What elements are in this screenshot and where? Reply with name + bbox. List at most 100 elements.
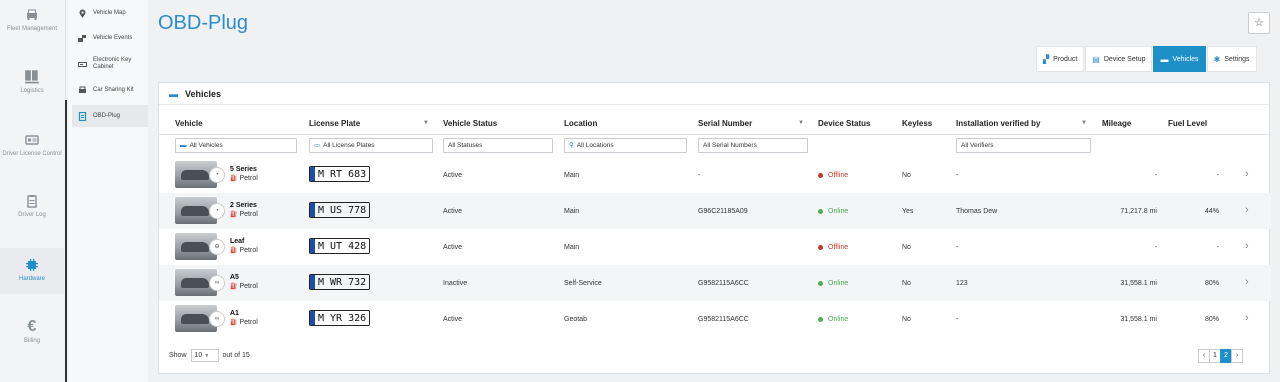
verified-by-cell: - xyxy=(956,171,959,179)
vehicle-filter[interactable]: ▬ All Vehicles xyxy=(175,138,297,153)
tab-device-setup[interactable]: ▤ Device Setup xyxy=(1085,46,1153,72)
sub-item-vehicle-map[interactable]: Vehicle Map xyxy=(72,8,148,18)
sort-icon[interactable]: ▼ xyxy=(1081,120,1087,126)
tab-product[interactable]: ▞ Product xyxy=(1036,46,1085,72)
eu-band xyxy=(310,311,315,325)
id-card-icon xyxy=(25,135,39,145)
serial-number-filter[interactable]: All Serial Numbers xyxy=(698,138,808,153)
table-row[interactable]: ⊖ Leaf ⛽ Petrol M UT 428 Active Main Offline No -… xyxy=(159,229,1271,265)
location-cell: Main xyxy=(564,171,580,179)
vehicle-status-cell: Active xyxy=(443,207,463,215)
column-header-device-status[interactable]: Device Status xyxy=(818,119,870,128)
column-header-serial-number[interactable]: Serial Number xyxy=(698,119,752,128)
chevron-right-icon[interactable]: › xyxy=(1245,276,1249,288)
column-header-mileage[interactable]: Mileage xyxy=(1102,119,1131,128)
tab-bar: ▞ Product ▤ Device Setup ▬ Vehicles ✱ Settin… xyxy=(1035,46,1257,72)
table-row[interactable]: ∞ A5 ⛽ Petrol M WR 732 Inactive Self-Service G9… xyxy=(159,265,1271,301)
device-status-text: Offline xyxy=(828,243,849,251)
column-header-vehicle-status[interactable]: Vehicle Status xyxy=(443,119,497,128)
chevron-right-icon[interactable]: › xyxy=(1245,204,1249,216)
filter-value: All Statuses xyxy=(448,142,483,149)
vehicle-model: 2 Series xyxy=(230,202,257,209)
license-plate-filter[interactable]: ▭ All License Plates xyxy=(309,138,433,153)
status-dot xyxy=(818,244,823,250)
column-header-keyless[interactable]: Keyless xyxy=(902,119,932,128)
rail-item-driver-license-control[interactable]: Driver License Control xyxy=(0,133,64,173)
rail-label: Driver License Control xyxy=(2,151,62,157)
rail-label: Logistics xyxy=(20,88,44,94)
favorite-button[interactable]: ☆ xyxy=(1248,12,1270,34)
sub-item-electronic-key-cabinet[interactable]: Electronic Key Cabinet xyxy=(72,55,148,73)
fuel-icon: ⛽ xyxy=(230,212,238,218)
table-row[interactable]: ∞ A1 ⛽ Petrol M YR 326 Active Geotab G9582115A6… xyxy=(159,301,1271,337)
column-header-vehicle[interactable]: Vehicle xyxy=(175,119,203,128)
sub-item-vehicle-events[interactable]: Vehicle Events xyxy=(72,33,148,43)
column-header-fuel-level[interactable]: Fuel Level xyxy=(1168,119,1207,128)
euro-icon: € xyxy=(27,318,37,335)
plate-text: M RT 683 xyxy=(318,168,367,180)
tab-label: Product xyxy=(1053,55,1078,63)
sort-icon[interactable]: ▼ xyxy=(798,120,804,126)
sub-item-label: Car Sharing Kit xyxy=(93,86,134,93)
app-rail: Fleet Management Logistics Driver Licens… xyxy=(0,0,66,382)
column-header-license-plate[interactable]: License Plate xyxy=(309,119,360,128)
status-dot xyxy=(818,316,823,322)
table-header: Vehicle License Plate ▼ Vehicle Status L… xyxy=(159,117,1271,135)
rail-item-billing[interactable]: € Billing xyxy=(0,318,64,354)
fuel-icon: ⛽ xyxy=(230,320,238,326)
sub-item-label: Electronic Key Cabinet xyxy=(93,57,132,70)
location-cell: Geotab xyxy=(564,315,587,323)
table-row[interactable]: ◔ 5 Series ⛽ Petrol M RT 683 Active Main - Offli… xyxy=(159,157,1271,193)
table-row[interactable]: ◔ 2 Series ⛽ Petrol M US 778 Active Main G96C21… xyxy=(159,193,1271,229)
column-header-installation-verified-by[interactable]: Installation verified by xyxy=(956,119,1040,128)
chevron-right-icon[interactable]: › xyxy=(1245,312,1249,324)
sub-item-obd-plug[interactable]: OBD-Plug xyxy=(72,105,148,127)
keyless-cell: No xyxy=(902,171,911,179)
tab-label: Vehicles xyxy=(1172,55,1199,63)
device-status-cell: Online xyxy=(818,301,848,337)
license-plate: M WR 732 xyxy=(309,274,371,290)
brand-logo-icon: ◔ xyxy=(209,167,225,183)
serial-number-cell: G96C21185A09 xyxy=(698,207,748,215)
tab-label: Device Setup xyxy=(1103,55,1146,63)
sub-item-label: Vehicle Events xyxy=(93,34,133,41)
vehicle-status-filter[interactable]: All Statuses xyxy=(443,138,553,153)
rail-item-logistics[interactable]: Logistics xyxy=(0,68,64,102)
fuel-level-cell: 80% xyxy=(1204,279,1219,287)
map-pin-icon xyxy=(79,9,86,18)
filter-value: All Serial Numbers xyxy=(703,142,757,149)
plug-icon: ▞ xyxy=(1043,54,1050,64)
chevron-right-icon[interactable]: › xyxy=(1245,168,1249,180)
tab-settings[interactable]: ✱ Settings xyxy=(1206,46,1257,72)
rail-divider xyxy=(65,100,67,382)
device-status-text: Online xyxy=(828,207,849,215)
verified-by-cell: 123 xyxy=(956,279,968,287)
keyless-cell: No xyxy=(902,243,911,251)
rail-item-driver-log[interactable]: Driver Log xyxy=(0,194,64,226)
table-footer: Show 10 ▼ out of 15 xyxy=(169,349,250,362)
rail-item-hardware[interactable]: Hardware xyxy=(0,248,64,294)
mileage-cell: 71,217.8 mi xyxy=(1120,207,1157,215)
mileage-cell: - xyxy=(1154,171,1157,179)
next-page-button[interactable]: › xyxy=(1231,349,1243,363)
events-icon xyxy=(78,34,86,42)
sub-item-label: OBD-Plug xyxy=(93,112,121,119)
device-icon: ▤ xyxy=(1092,54,1100,64)
rail-item-fleet-management[interactable]: Fleet Management xyxy=(0,8,64,48)
sort-icon[interactable]: ▼ xyxy=(423,120,429,126)
column-header-location[interactable]: Location xyxy=(564,119,597,128)
fuel-icon: ⛽ xyxy=(230,284,238,290)
verifier-filter[interactable]: All Verifiers xyxy=(956,138,1091,153)
sub-item-car-sharing-kit[interactable]: Car Sharing Kit xyxy=(72,85,148,95)
rail-label: Billing xyxy=(23,338,40,344)
chevron-right-icon[interactable]: › xyxy=(1245,240,1249,252)
page-size-select[interactable]: 10 ▼ xyxy=(190,349,219,362)
license-plate: M UT 428 xyxy=(309,238,371,254)
fuel-label: Petrol xyxy=(239,175,258,182)
fuel-level-cell: - xyxy=(1216,171,1219,179)
location-filter[interactable]: ⚲ All Locations xyxy=(564,138,687,153)
fuel-type: ⛽ Petrol xyxy=(230,319,258,326)
vehicle-model: A1 xyxy=(230,310,239,317)
filter-row: ▬ All Vehicles ▭ All License Plates All St… xyxy=(159,136,1271,156)
tab-vehicles[interactable]: ▬ Vehicles xyxy=(1153,46,1206,72)
